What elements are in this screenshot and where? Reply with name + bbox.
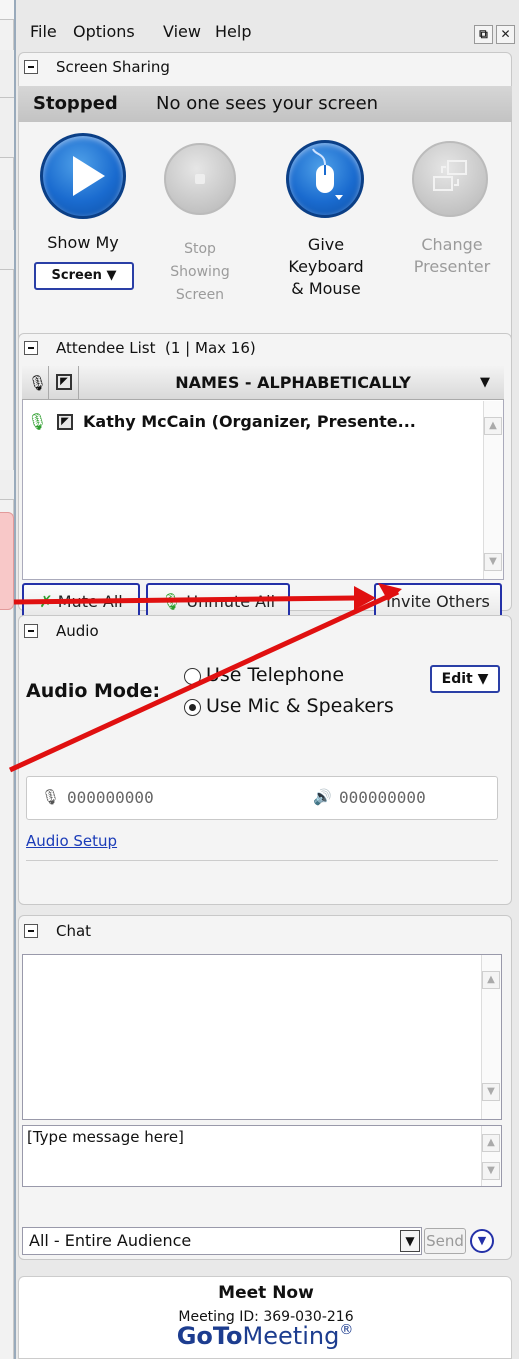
- recipient-dropdown-icon[interactable]: ▼: [400, 1230, 420, 1252]
- chat-history[interactable]: ▲ ▼: [22, 954, 502, 1120]
- gotomeeting-logo: GoToMeeting®: [176, 1322, 354, 1350]
- send-button[interactable]: Send: [424, 1228, 466, 1254]
- section-title: Audio: [56, 622, 99, 640]
- collapse-icon[interactable]: [24, 60, 38, 74]
- screen-view-icon[interactable]: ◤: [57, 414, 73, 430]
- unmute-all-label: Unmute All: [186, 592, 276, 611]
- speaker-level: 000000000: [339, 788, 426, 807]
- scroll-up-icon[interactable]: ▲: [482, 971, 500, 989]
- attendee-header[interactable]: Attendee List (1 | Max 16): [18, 333, 512, 363]
- show-my-label: Show My: [47, 233, 119, 252]
- invite-others-label: Invite Others: [386, 592, 490, 611]
- stop-icon: [195, 174, 205, 184]
- background-window-edge: [0, 0, 14, 1359]
- menu-view[interactable]: View: [163, 22, 201, 41]
- close-icon[interactable]: ✕: [496, 25, 515, 44]
- mic-speakers-radio[interactable]: [184, 699, 201, 716]
- sort-dropdown-icon[interactable]: ▼: [480, 375, 490, 390]
- recipient-select[interactable]: All - Entire Audience: [22, 1227, 422, 1255]
- chat-options-icon[interactable]: ▼: [470, 1229, 494, 1253]
- menu-options[interactable]: Options: [73, 22, 135, 41]
- collapse-icon[interactable]: [24, 924, 38, 938]
- scroll-up-icon[interactable]: ▲: [482, 1134, 500, 1152]
- screen-view-icon[interactable]: ◤: [56, 374, 72, 390]
- status-text: No one sees your screen: [156, 93, 379, 114]
- mic-level: 000000000: [67, 788, 154, 807]
- menu-file[interactable]: File: [30, 22, 57, 41]
- chat-header[interactable]: Chat: [18, 916, 512, 946]
- background-tab: [0, 512, 14, 610]
- attendee-scrollbar[interactable]: ▲ ▼: [483, 401, 503, 579]
- names-sort-header[interactable]: NAMES - ALPHABETICALLY: [128, 373, 458, 392]
- chat-message-input[interactable]: [Type message here] ▲ ▼: [22, 1125, 502, 1187]
- mute-icon: ✗: [39, 592, 53, 611]
- send-label: Send: [426, 1232, 464, 1250]
- collapse-icon[interactable]: [24, 341, 38, 355]
- give-control-button[interactable]: [286, 140, 364, 218]
- divider: [26, 860, 498, 861]
- mute-all-label: Mute All: [57, 592, 123, 611]
- menu-bar: File Options View Help ⧉ ✕: [16, 10, 516, 50]
- stop-showing-button[interactable]: [164, 143, 236, 215]
- restore-icon[interactable]: ⧉: [474, 25, 493, 44]
- swap-presenter-icon: [433, 160, 467, 191]
- mic-speakers-option-label[interactable]: Use Mic & Speakers: [206, 695, 394, 717]
- stop-showing-label: Stop Showing Screen: [170, 241, 230, 303]
- scroll-down-icon[interactable]: ▼: [484, 553, 502, 571]
- screen-select-button[interactable]: Screen ▼: [34, 262, 134, 290]
- scroll-up-icon[interactable]: ▲: [484, 417, 502, 435]
- audio-section: [18, 615, 512, 905]
- attendee-column-header[interactable]: 🎙 ◤ NAMES - ALPHABETICALLY ▼: [22, 366, 504, 400]
- dropdown-arrow-icon: ▼: [106, 268, 117, 283]
- attendee-count: (1 | Max 16): [165, 339, 256, 357]
- section-title: Chat: [56, 922, 92, 940]
- telephone-radio[interactable]: [184, 668, 201, 685]
- audio-levels-box: 🎙 000000000 🔊 000000000: [26, 776, 498, 820]
- screen-sharing-header[interactable]: Screen Sharing: [18, 52, 512, 82]
- scroll-down-icon[interactable]: ▼: [482, 1162, 500, 1180]
- audio-header[interactable]: Audio: [18, 616, 512, 646]
- sharing-status-bar: Stopped No one sees your screen: [18, 86, 512, 122]
- give-control-label: Give Keyboard & Mouse: [288, 235, 364, 298]
- screen-select-label: Screen: [51, 268, 102, 283]
- attendee-row[interactable]: 🎙 ◤ Kathy McCain (Organizer, Presente...: [23, 406, 483, 438]
- microphone-icon: 🎙: [41, 788, 61, 806]
- telephone-option-label[interactable]: Use Telephone: [206, 664, 344, 686]
- chat-placeholder: [Type message here]: [27, 1128, 184, 1146]
- edit-label: Edit: [441, 671, 473, 687]
- attendee-title: Attendee List (1 | Max 16): [56, 339, 256, 357]
- speaker-icon: 🔊: [313, 788, 332, 806]
- change-presenter-label: Change Presenter: [413, 235, 491, 276]
- recipient-value: All - Entire Audience: [29, 1231, 192, 1250]
- dropdown-arrow-icon: ▼: [477, 671, 489, 687]
- meet-now-label: Meet Now: [218, 1283, 314, 1303]
- section-title: Screen Sharing: [56, 58, 170, 76]
- mouse-icon: [312, 148, 343, 200]
- scroll-down-icon[interactable]: ▼: [482, 1083, 500, 1101]
- change-presenter-button[interactable]: [412, 141, 488, 217]
- collapse-icon[interactable]: [24, 624, 38, 638]
- audio-edit-button[interactable]: Edit ▼: [430, 665, 500, 693]
- audio-mode-label: Audio Mode:: [26, 680, 161, 702]
- status-state: Stopped: [33, 93, 118, 114]
- audio-setup-link[interactable]: Audio Setup: [26, 832, 117, 850]
- attendee-name: Kathy McCain (Organizer, Presente...: [83, 412, 416, 431]
- menu-help[interactable]: Help: [215, 22, 251, 41]
- mic-icon: 🎙: [160, 592, 182, 611]
- mic-active-icon[interactable]: 🎙: [27, 412, 47, 431]
- play-icon: [73, 156, 105, 196]
- microphone-icon[interactable]: 🎙: [28, 374, 47, 392]
- show-screen-button[interactable]: [40, 133, 126, 219]
